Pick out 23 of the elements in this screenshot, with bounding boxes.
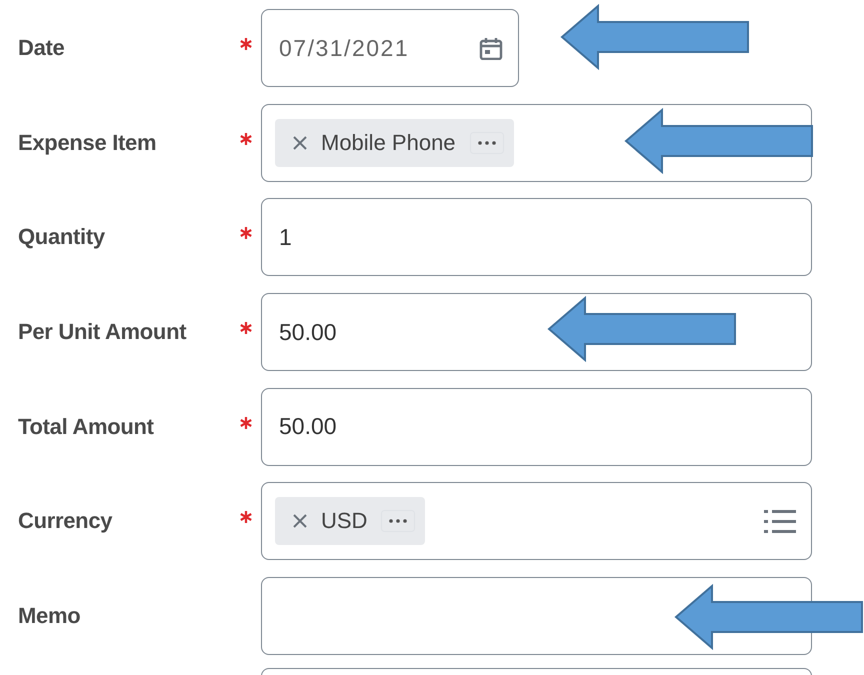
input-field[interactable] [261, 668, 812, 675]
field-label: Total Amount [17, 414, 155, 440]
field-label: Quantity [17, 224, 106, 250]
field-label: Date [17, 35, 66, 61]
list-icon[interactable] [764, 510, 796, 533]
more-icon[interactable] [381, 510, 416, 532]
input-field[interactable] [261, 577, 812, 656]
selected-chip[interactable]: Mobile Phone [275, 118, 514, 167]
more-icon[interactable] [470, 132, 504, 154]
calendar-icon[interactable] [479, 36, 503, 60]
field-label: Memo [17, 603, 82, 630]
input-field[interactable]: 50.00 [261, 388, 812, 466]
input-field[interactable]: 1 [261, 198, 812, 276]
select-field[interactable]: USD [261, 482, 812, 560]
input-field[interactable]: 50.00 [261, 293, 812, 372]
date-field[interactable]: 07/31/2021 [261, 9, 519, 87]
field-label: Currency [17, 508, 114, 534]
field-label: Expense Item [17, 130, 158, 156]
remove-icon[interactable] [293, 514, 307, 528]
field-label: Per Unit Amount [17, 319, 188, 346]
select-field[interactable]: Mobile Phone [261, 104, 812, 182]
remove-icon[interactable] [293, 136, 307, 150]
selected-chip[interactable]: USD [275, 497, 426, 546]
